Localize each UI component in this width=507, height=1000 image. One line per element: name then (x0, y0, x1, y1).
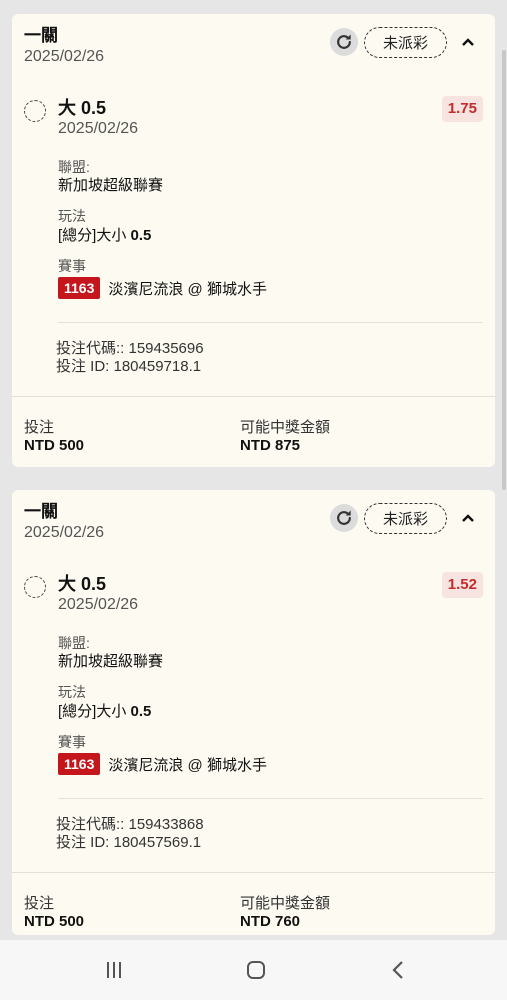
divider (58, 322, 483, 323)
divider (58, 798, 483, 799)
bet-code: 投注代碼:: 159435696 (56, 340, 204, 357)
event-id-badge: 1163 (58, 753, 101, 775)
payout-label: 可能中獎金額 (240, 419, 331, 436)
selection-date: 2025/02/26 (58, 120, 139, 137)
status-badge: 未派彩 (364, 503, 447, 534)
league-label: 聯盟: (58, 635, 90, 651)
recent-apps-icon[interactable] (84, 940, 144, 1000)
payout-value: NTD 875 (240, 437, 301, 454)
bet-card: 一關 2025/02/26 未派彩 大 0.5 2025/02/26 1.52 … (12, 490, 495, 935)
odds-badge: 1.52 (441, 572, 483, 598)
payout-value: NTD 760 (240, 913, 301, 930)
event-label: 賽事 (58, 258, 86, 274)
league-value: 新加坡超級聯賽 (58, 177, 164, 194)
selection-radio[interactable] (24, 576, 46, 598)
event-name: 淡濱尼流浪 @ 獅城水手 (108, 280, 267, 298)
stake-value: NTD 500 (24, 913, 85, 930)
refresh-icon[interactable] (330, 504, 358, 532)
divider (12, 396, 495, 397)
event-row: 1163 淡濱尼流浪 @ 獅城水手 (58, 753, 267, 775)
bet-date: 2025/02/26 (24, 48, 105, 65)
back-icon[interactable] (368, 940, 428, 1000)
event-id-badge: 1163 (58, 277, 101, 299)
odds-badge: 1.75 (441, 96, 483, 122)
bet-type-title: 一關 (24, 502, 58, 521)
stake-label: 投注 (24, 419, 55, 436)
bet-card: 一關 2025/02/26 未派彩 大 0.5 2025/02/26 1.75 … (12, 14, 495, 467)
league-label: 聯盟: (58, 159, 90, 175)
bet-type-title: 一關 (24, 26, 58, 45)
bet-date: 2025/02/26 (24, 524, 105, 541)
league-value: 新加坡超級聯賽 (58, 653, 164, 670)
bet-code: 投注代碼:: 159433868 (56, 816, 204, 833)
event-row: 1163 淡濱尼流浪 @ 獅城水手 (58, 277, 267, 299)
bet-id: 投注 ID: 180459718.1 (56, 358, 202, 375)
market-value: [總分]大小 0.5 (58, 703, 152, 720)
chevron-up-icon[interactable] (458, 32, 478, 52)
payout-label: 可能中獎金額 (240, 895, 331, 912)
market-value: [總分]大小 0.5 (58, 227, 152, 244)
selection-date: 2025/02/26 (58, 596, 139, 613)
refresh-icon[interactable] (330, 28, 358, 56)
divider (12, 872, 495, 873)
scrollbar[interactable] (502, 50, 506, 490)
event-label: 賽事 (58, 734, 86, 750)
selection-name: 大 0.5 (58, 574, 107, 594)
selection-radio[interactable] (24, 100, 46, 122)
system-nav-bar (0, 940, 507, 1000)
market-label: 玩法 (58, 684, 86, 700)
selection-name: 大 0.5 (58, 98, 107, 118)
home-icon[interactable] (226, 940, 286, 1000)
stake-label: 投注 (24, 895, 55, 912)
market-label: 玩法 (58, 208, 86, 224)
event-name: 淡濱尼流浪 @ 獅城水手 (108, 756, 267, 774)
status-badge: 未派彩 (364, 27, 447, 58)
chevron-up-icon[interactable] (458, 508, 478, 528)
stake-value: NTD 500 (24, 437, 85, 454)
bet-id: 投注 ID: 180457569.1 (56, 834, 202, 851)
